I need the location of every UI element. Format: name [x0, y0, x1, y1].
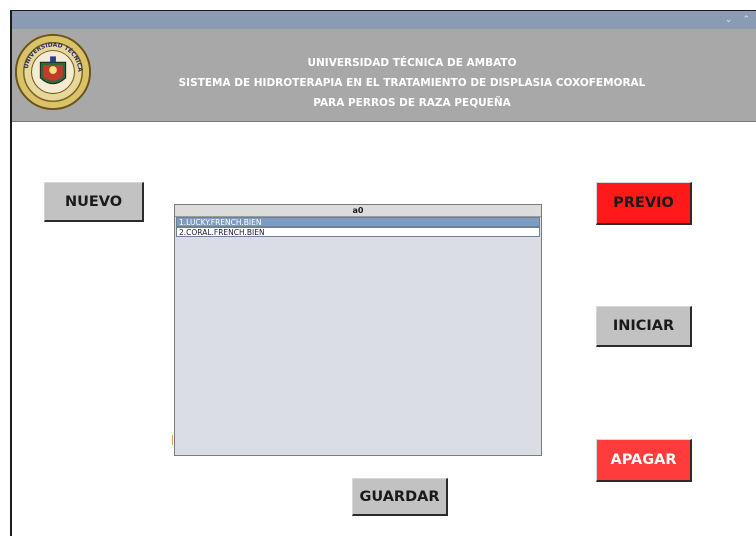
minimize-icon[interactable]: ⌄: [725, 15, 733, 25]
header-line-university: UNIVERSIDAD TÉCNICA DE AMBATO: [307, 57, 517, 69]
title-bar: ⌄ ⌃: [12, 11, 756, 29]
header-title: UNIVERSIDAD TÉCNICA DE AMBATO SISTEMA DE…: [92, 53, 732, 113]
header-line-breed: PARA PERROS DE RAZA PEQUEÑA: [313, 97, 511, 109]
app-window: ⌄ ⌃ UNIVERSIDAD TÉCNICA DE AMBATO UNIVER…: [10, 10, 756, 536]
maximize-icon[interactable]: ⌃: [742, 15, 750, 25]
window-controls: ⌄ ⌃: [725, 11, 750, 29]
text-caret: [172, 435, 173, 445]
header-line-system: SISTEMA DE HIDROTERAPIA EN EL TRATAMIENT…: [178, 77, 646, 89]
iniciar-button[interactable]: INICIAR: [596, 306, 692, 347]
list-item[interactable]: 2.CORAL.FRENCH.BIEN: [176, 227, 540, 237]
nuevo-button[interactable]: NUEVO: [44, 182, 144, 222]
previo-button[interactable]: PREVIO: [596, 182, 692, 225]
university-seal-icon: UNIVERSIDAD TÉCNICA DE AMBATO: [14, 33, 92, 111]
list-item[interactable]: 1.LUCKY.FRENCH.BIEN: [176, 217, 540, 227]
apagar-button[interactable]: APAGAR: [596, 439, 692, 482]
app-header: UNIVERSIDAD TÉCNICA DE AMBATO UNIVERSIDA…: [12, 29, 756, 122]
patient-list[interactable]: a0 1.LUCKY.FRENCH.BIEN 2.CORAL.FRENCH.BI…: [174, 204, 542, 456]
guardar-button[interactable]: GUARDAR: [352, 478, 448, 516]
list-column-header[interactable]: a0: [175, 205, 541, 217]
